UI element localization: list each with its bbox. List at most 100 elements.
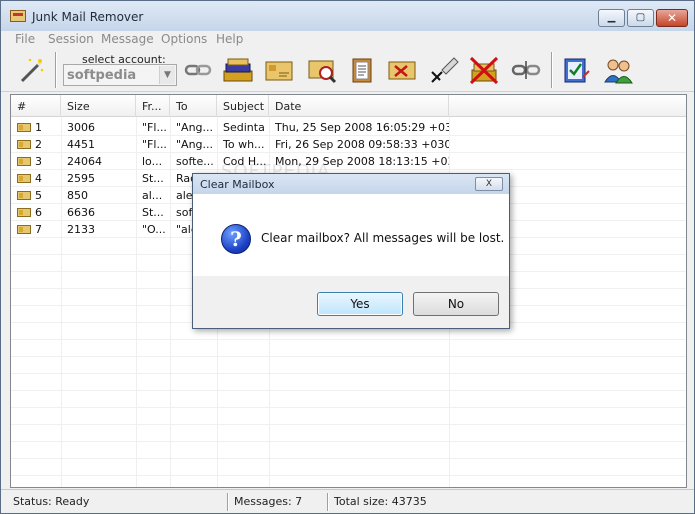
grid-line (11, 475, 686, 476)
cell-size: 24064 (67, 155, 102, 168)
cell-number: 2 (11, 136, 61, 153)
col-header-date[interactable]: Date (269, 95, 449, 117)
title-bar[interactable]: Junk Mail Remover ▁ ▢ ✕ (1, 1, 694, 31)
grid-line (11, 458, 686, 459)
link-chain-icon[interactable] (182, 55, 214, 85)
cell-number: 4 (11, 170, 61, 187)
envelope-icon[interactable] (263, 55, 295, 85)
cell-size: 3006 (67, 121, 95, 134)
message-count: Messages: 7 (234, 495, 303, 508)
dialog-close-button[interactable]: X (475, 177, 503, 191)
table-row[interactable]: 3 24064 lo... softe... Cod H... Mon, 29 Sep 2… (11, 153, 686, 170)
dialog-title-bar[interactable]: Clear Mailbox X (193, 174, 509, 194)
menu-options[interactable]: Options (161, 32, 207, 46)
app-envelope-icon (10, 10, 26, 22)
cell-number: 5 (11, 187, 61, 204)
maximize-button[interactable]: ▢ (627, 9, 654, 27)
cell-to: "Ang... (176, 138, 214, 151)
table-row[interactable]: 2 4451 "Fl... "Ang... To wh... Fri, 26 Sep 20… (11, 136, 686, 153)
cell-from: "Fl... (142, 138, 167, 151)
clear-mailbox-icon[interactable] (468, 55, 500, 85)
cell-number: 7 (11, 221, 61, 238)
mail-envelope-icon (17, 174, 31, 183)
cell-size: 2595 (67, 172, 95, 185)
toolbar: select account: softpedia ▼ (1, 48, 694, 92)
cell-from: lo... (142, 155, 163, 168)
grid-line (11, 169, 686, 170)
toolbar-separator (55, 52, 57, 88)
cell-to: "Ang... (176, 121, 214, 134)
yes-button[interactable]: Yes (317, 292, 403, 316)
chevron-down-icon[interactable]: ▼ (159, 66, 175, 84)
wizard-wand-icon[interactable] (15, 55, 47, 85)
mail-envelope-icon (17, 225, 31, 234)
mailbox-stack-icon[interactable] (222, 55, 254, 85)
col-header-to[interactable]: To (170, 95, 217, 117)
account-select[interactable]: softpedia ▼ (63, 64, 177, 86)
inspect-envelope-icon[interactable] (306, 55, 338, 85)
clear-mailbox-dialog: Clear Mailbox X ? Clear mailbox? All mes… (192, 173, 510, 329)
cell-size: 850 (67, 189, 88, 202)
row-number: 2 (35, 138, 42, 151)
mail-envelope-icon (17, 157, 31, 166)
cell-number: 3 (11, 153, 61, 170)
grid-line (11, 373, 686, 374)
maximize-icon: ▢ (635, 12, 646, 23)
row-number: 1 (35, 121, 42, 134)
col-header-subject[interactable]: Subject (217, 95, 269, 117)
status-bar: Status: Ready Messages: 7 Total size: 43… (1, 489, 694, 513)
close-icon: ✕ (666, 11, 678, 25)
cell-from: al... (142, 189, 163, 202)
mail-envelope-icon (17, 123, 31, 132)
toolbar-separator-2 (551, 52, 553, 88)
cell-subject: Cod H... (223, 155, 267, 168)
status-separator (327, 493, 329, 511)
grid-line (11, 407, 686, 408)
col-header-size[interactable]: Size (61, 95, 136, 117)
pen-marker-icon[interactable] (428, 55, 460, 85)
mail-envelope-icon (17, 191, 31, 200)
cell-from: "Fl... (142, 121, 167, 134)
grid-line (11, 424, 686, 425)
mail-envelope-icon (17, 208, 31, 217)
close-button[interactable]: ✕ (656, 9, 688, 27)
users-icon[interactable] (602, 55, 634, 85)
dialog-body: ? Clear mailbox? All messages will be lo… (193, 194, 509, 276)
grid-line (11, 339, 686, 340)
cell-subject: To wh... (223, 138, 265, 151)
checklist-icon[interactable] (560, 55, 592, 85)
menu-session[interactable]: Session (48, 32, 94, 46)
cell-from: "O... (142, 223, 166, 236)
row-number: 3 (35, 155, 42, 168)
delete-envelope-icon[interactable] (386, 55, 418, 85)
table-row[interactable]: 1 3006 "Fl... "Ang... Sedinta Thu, 25 Sep 200… (11, 119, 686, 136)
cell-from: St... (142, 172, 164, 185)
row-number: 7 (35, 223, 42, 236)
grid-line (11, 152, 686, 153)
dialog-title: Clear Mailbox (200, 178, 275, 191)
dialog-message: Clear mailbox? All messages will be lost… (261, 231, 505, 245)
clipboard-icon[interactable] (346, 55, 378, 85)
menu-help[interactable]: Help (216, 32, 243, 46)
grid-line (11, 441, 686, 442)
broken-link-icon[interactable] (510, 55, 542, 85)
no-button[interactable]: No (413, 292, 499, 316)
grid-line (11, 356, 686, 357)
status-text: Status: Ready (13, 495, 90, 508)
account-value: softpedia (67, 68, 137, 83)
menu-bar: File Session Message Options Help (1, 31, 694, 48)
col-header-from[interactable]: Fr... (136, 95, 170, 117)
col-header-number[interactable]: # (11, 95, 61, 117)
cell-size: 6636 (67, 206, 95, 219)
minimize-button[interactable]: ▁ (598, 9, 625, 27)
menu-message[interactable]: Message (101, 32, 154, 46)
question-icon: ? (221, 224, 251, 254)
cell-subject: Sedinta (223, 121, 265, 134)
menu-file[interactable]: File (15, 32, 35, 46)
minimize-icon: ▁ (607, 12, 616, 23)
row-number: 5 (35, 189, 42, 202)
total-size: Total size: 43735 (334, 495, 427, 508)
row-number: 6 (35, 206, 42, 219)
window-title: Junk Mail Remover (32, 10, 144, 24)
cell-date: Fri, 26 Sep 2008 09:58:33 +0300 (275, 138, 449, 151)
